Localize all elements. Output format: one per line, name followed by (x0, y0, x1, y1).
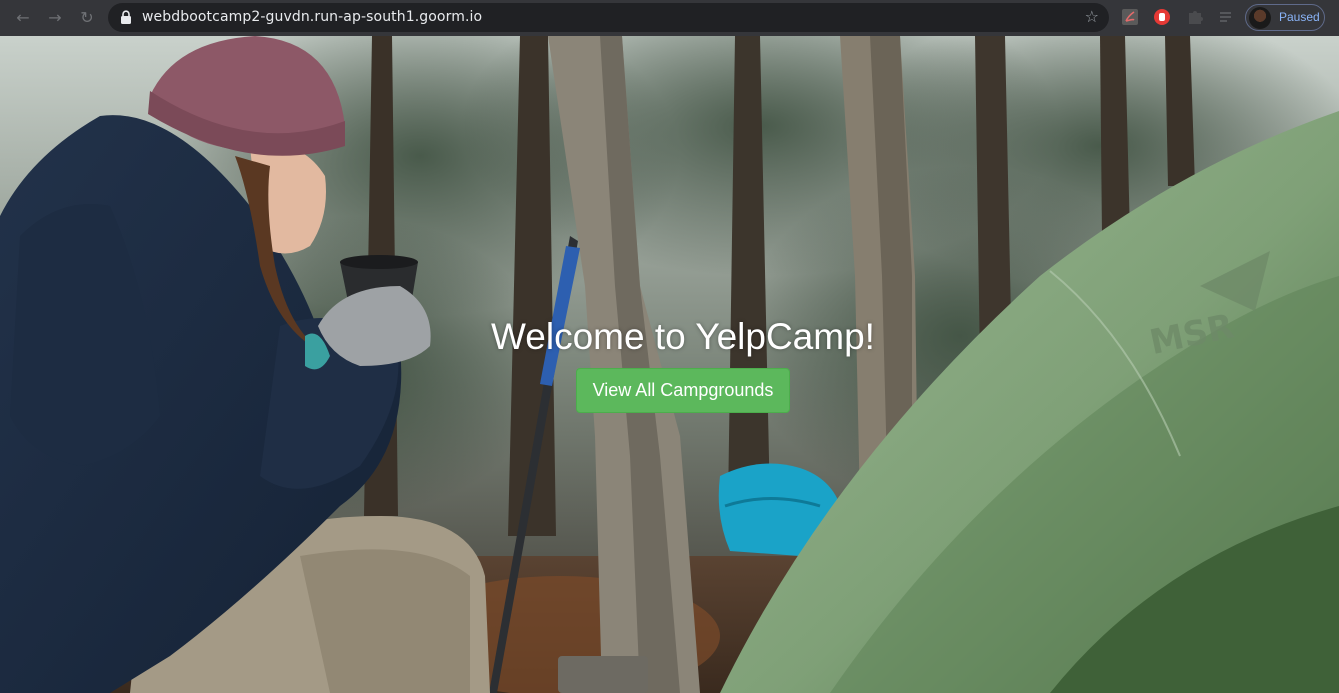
pdf-extension-icon[interactable] (1121, 8, 1139, 26)
avatar (1249, 7, 1271, 29)
url-text: webdbootcamp2-guvdn.run-ap-south1.goorm.… (142, 9, 483, 25)
reload-icon[interactable]: ↻ (78, 9, 96, 27)
profile-status: Paused (1279, 10, 1320, 24)
back-icon[interactable]: ← (14, 9, 32, 27)
reading-list-icon[interactable] (1218, 8, 1236, 26)
lock-icon (121, 10, 131, 24)
hero-background-image: MSR (0, 36, 1339, 693)
profile-button[interactable]: Paused (1245, 4, 1325, 31)
browser-toolbar: ← → ↻ webdbootcamp2-guvdn.run-ap-south1.… (0, 0, 1339, 36)
page-title: Welcome to YelpCamp! (491, 316, 875, 357)
bookmark-star-icon[interactable]: ☆ (1085, 7, 1099, 26)
puzzle-extension-icon[interactable] (1186, 8, 1204, 26)
forward-icon[interactable]: → (46, 9, 64, 27)
address-bar[interactable]: webdbootcamp2-guvdn.run-ap-south1.goorm.… (108, 3, 1109, 32)
hand-stop-extension-icon[interactable] (1153, 8, 1171, 26)
view-all-campgrounds-button[interactable]: View All Campgrounds (576, 368, 790, 413)
hero-section: MSR Welcome to YelpCamp! View All Campgr… (0, 36, 1339, 693)
